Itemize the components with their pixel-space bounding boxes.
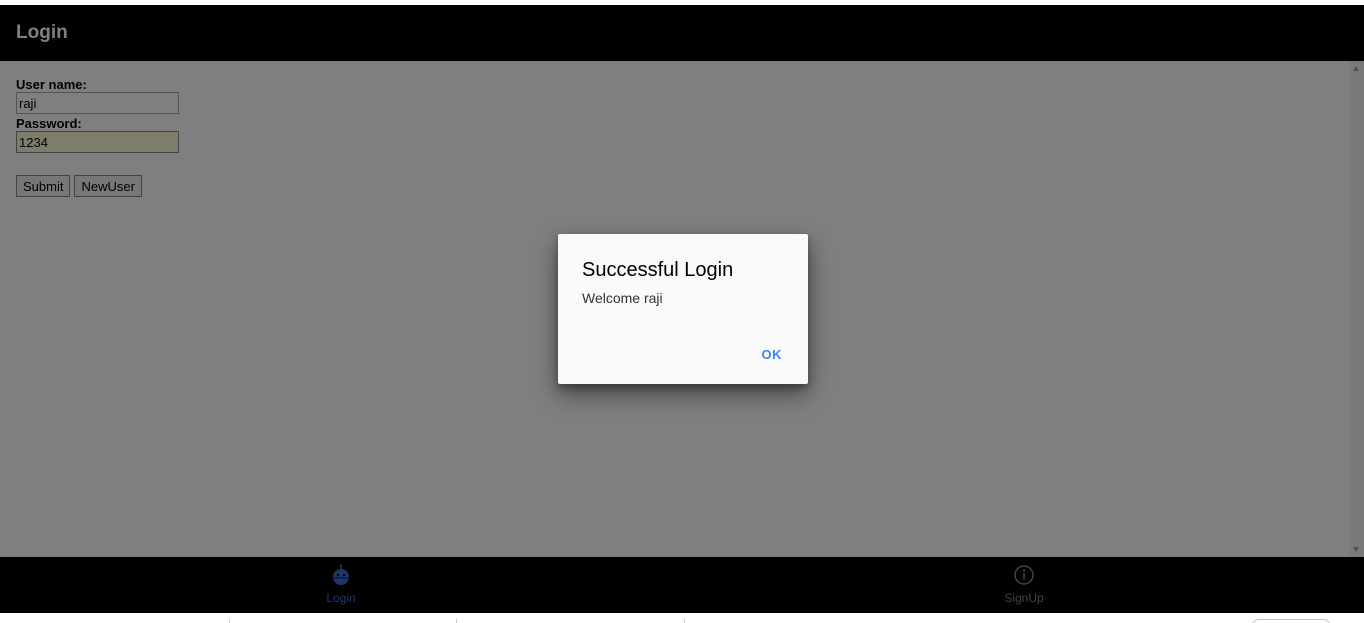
dialog-message: Welcome raji xyxy=(582,290,663,306)
bottom-divider xyxy=(229,619,230,623)
bottom-strip xyxy=(0,613,1364,623)
bottom-divider xyxy=(684,619,685,623)
alert-dialog: Successful Login Welcome raji OK xyxy=(558,234,808,384)
dialog-title: Successful Login xyxy=(582,259,734,281)
bottom-pill-button[interactable] xyxy=(1251,619,1331,623)
bottom-divider xyxy=(456,619,457,623)
ok-button[interactable]: OK xyxy=(750,336,795,372)
